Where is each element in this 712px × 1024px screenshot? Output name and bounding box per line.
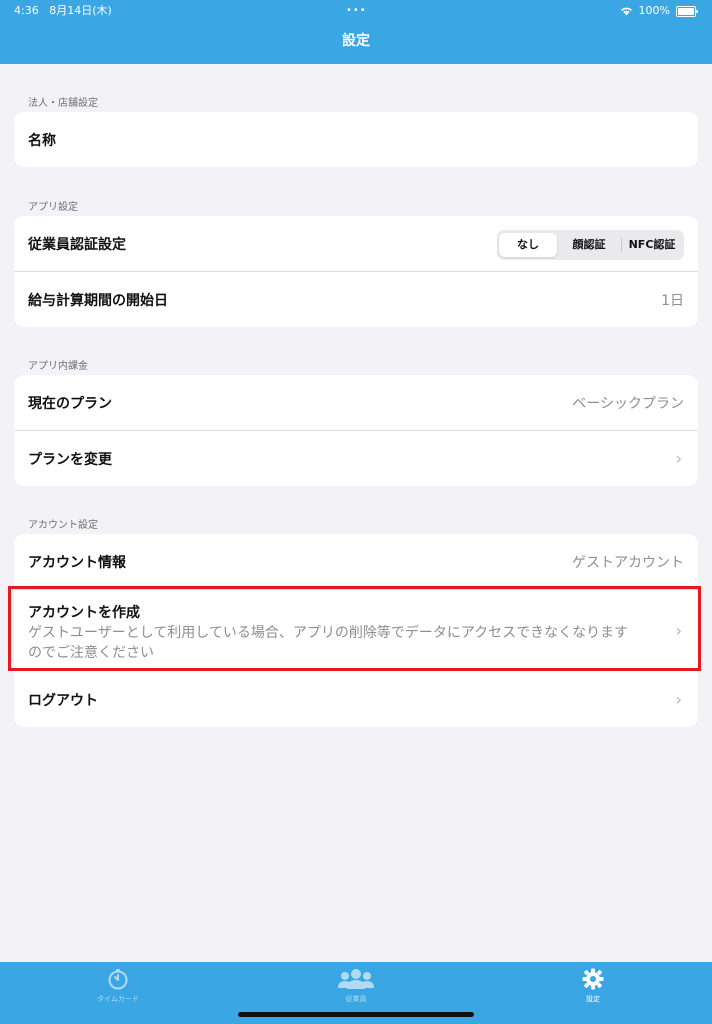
section-header-account: アカウント設定 [28, 520, 98, 531]
page-title: 設定 [342, 33, 370, 49]
row-current-plan-label: 現在のプラン [28, 395, 112, 412]
highlight-box [8, 586, 701, 671]
card-app: 従業員認証設定 なし 顔認証 NFC認証 給与計算期間の開始日 1日 [14, 216, 698, 327]
tab-timecard-label: タイムカード [97, 995, 139, 1003]
people-icon [338, 969, 374, 989]
row-account-info: アカウント情報 ゲストアカウント [14, 534, 698, 589]
timer-icon [108, 969, 128, 990]
row-name[interactable]: 名称 [14, 112, 698, 167]
row-change-plan-label: プランを変更 [28, 451, 112, 468]
section-header-app: アプリ設定 [28, 202, 78, 213]
row-employee-auth: 従業員認証設定 なし 顔認証 NFC認証 [14, 216, 698, 271]
row-current-plan-value: ベーシックプラン [572, 395, 684, 412]
row-employee-auth-label: 従業員認証設定 [28, 236, 126, 253]
tab-settings[interactable]: 設定 [533, 968, 653, 1004]
row-name-label: 名称 [28, 132, 56, 149]
card-corporate: 名称 [14, 112, 698, 167]
auth-segmented-control: なし 顔認証 NFC認証 [497, 230, 684, 260]
wifi-icon [620, 7, 632, 16]
row-change-plan[interactable]: プランを変更 › [14, 430, 698, 486]
chevron-right-icon: › [675, 449, 682, 468]
section-header-corporate: 法人・店舗設定 [28, 98, 98, 109]
row-current-plan: 現在のプラン ベーシックプラン [14, 375, 698, 430]
tab-timecard[interactable]: タイムカード [58, 968, 178, 1004]
status-date: 8月14日(木) [49, 4, 112, 17]
row-payroll-start-value: 1日 [661, 292, 684, 309]
battery-percent: 100% [638, 4, 670, 17]
row-logout[interactable]: ログアウト › [14, 672, 698, 727]
row-payroll-start[interactable]: 給与計算期間の開始日 1日 [14, 271, 698, 327]
row-payroll-start-label: 給与計算期間の開始日 [28, 292, 168, 309]
row-account-info-label: アカウント情報 [28, 554, 126, 571]
status-bar: 4:36 8月14日(木) ••• 100% [0, 0, 712, 22]
tab-employees-label: 従業員 [345, 995, 367, 1003]
gear-icon [582, 968, 604, 990]
row-account-info-value: ゲストアカウント [572, 554, 684, 571]
segment-face-auth[interactable]: 顔認証 [557, 233, 621, 257]
multitask-dots-icon[interactable]: ••• [346, 0, 367, 22]
status-time: 4:36 8月14日(木) [14, 4, 112, 17]
battery-icon [676, 5, 698, 17]
tab-employees[interactable]: 従業員 [296, 968, 416, 1004]
tab-settings-label: 設定 [586, 995, 600, 1003]
segment-none[interactable]: なし [499, 233, 557, 257]
navigation-bar: 4:36 8月14日(木) ••• 100% 設定 [0, 0, 712, 64]
chevron-right-icon: › [675, 690, 682, 709]
section-header-billing: アプリ内課金 [28, 361, 88, 372]
card-billing: 現在のプラン ベーシックプラン プランを変更 › [14, 375, 698, 486]
row-logout-label: ログアウト [28, 692, 98, 709]
status-right: 100% [620, 0, 698, 22]
home-indicator[interactable] [238, 1012, 474, 1017]
segment-nfc-auth[interactable]: NFC認証 [622, 233, 682, 257]
